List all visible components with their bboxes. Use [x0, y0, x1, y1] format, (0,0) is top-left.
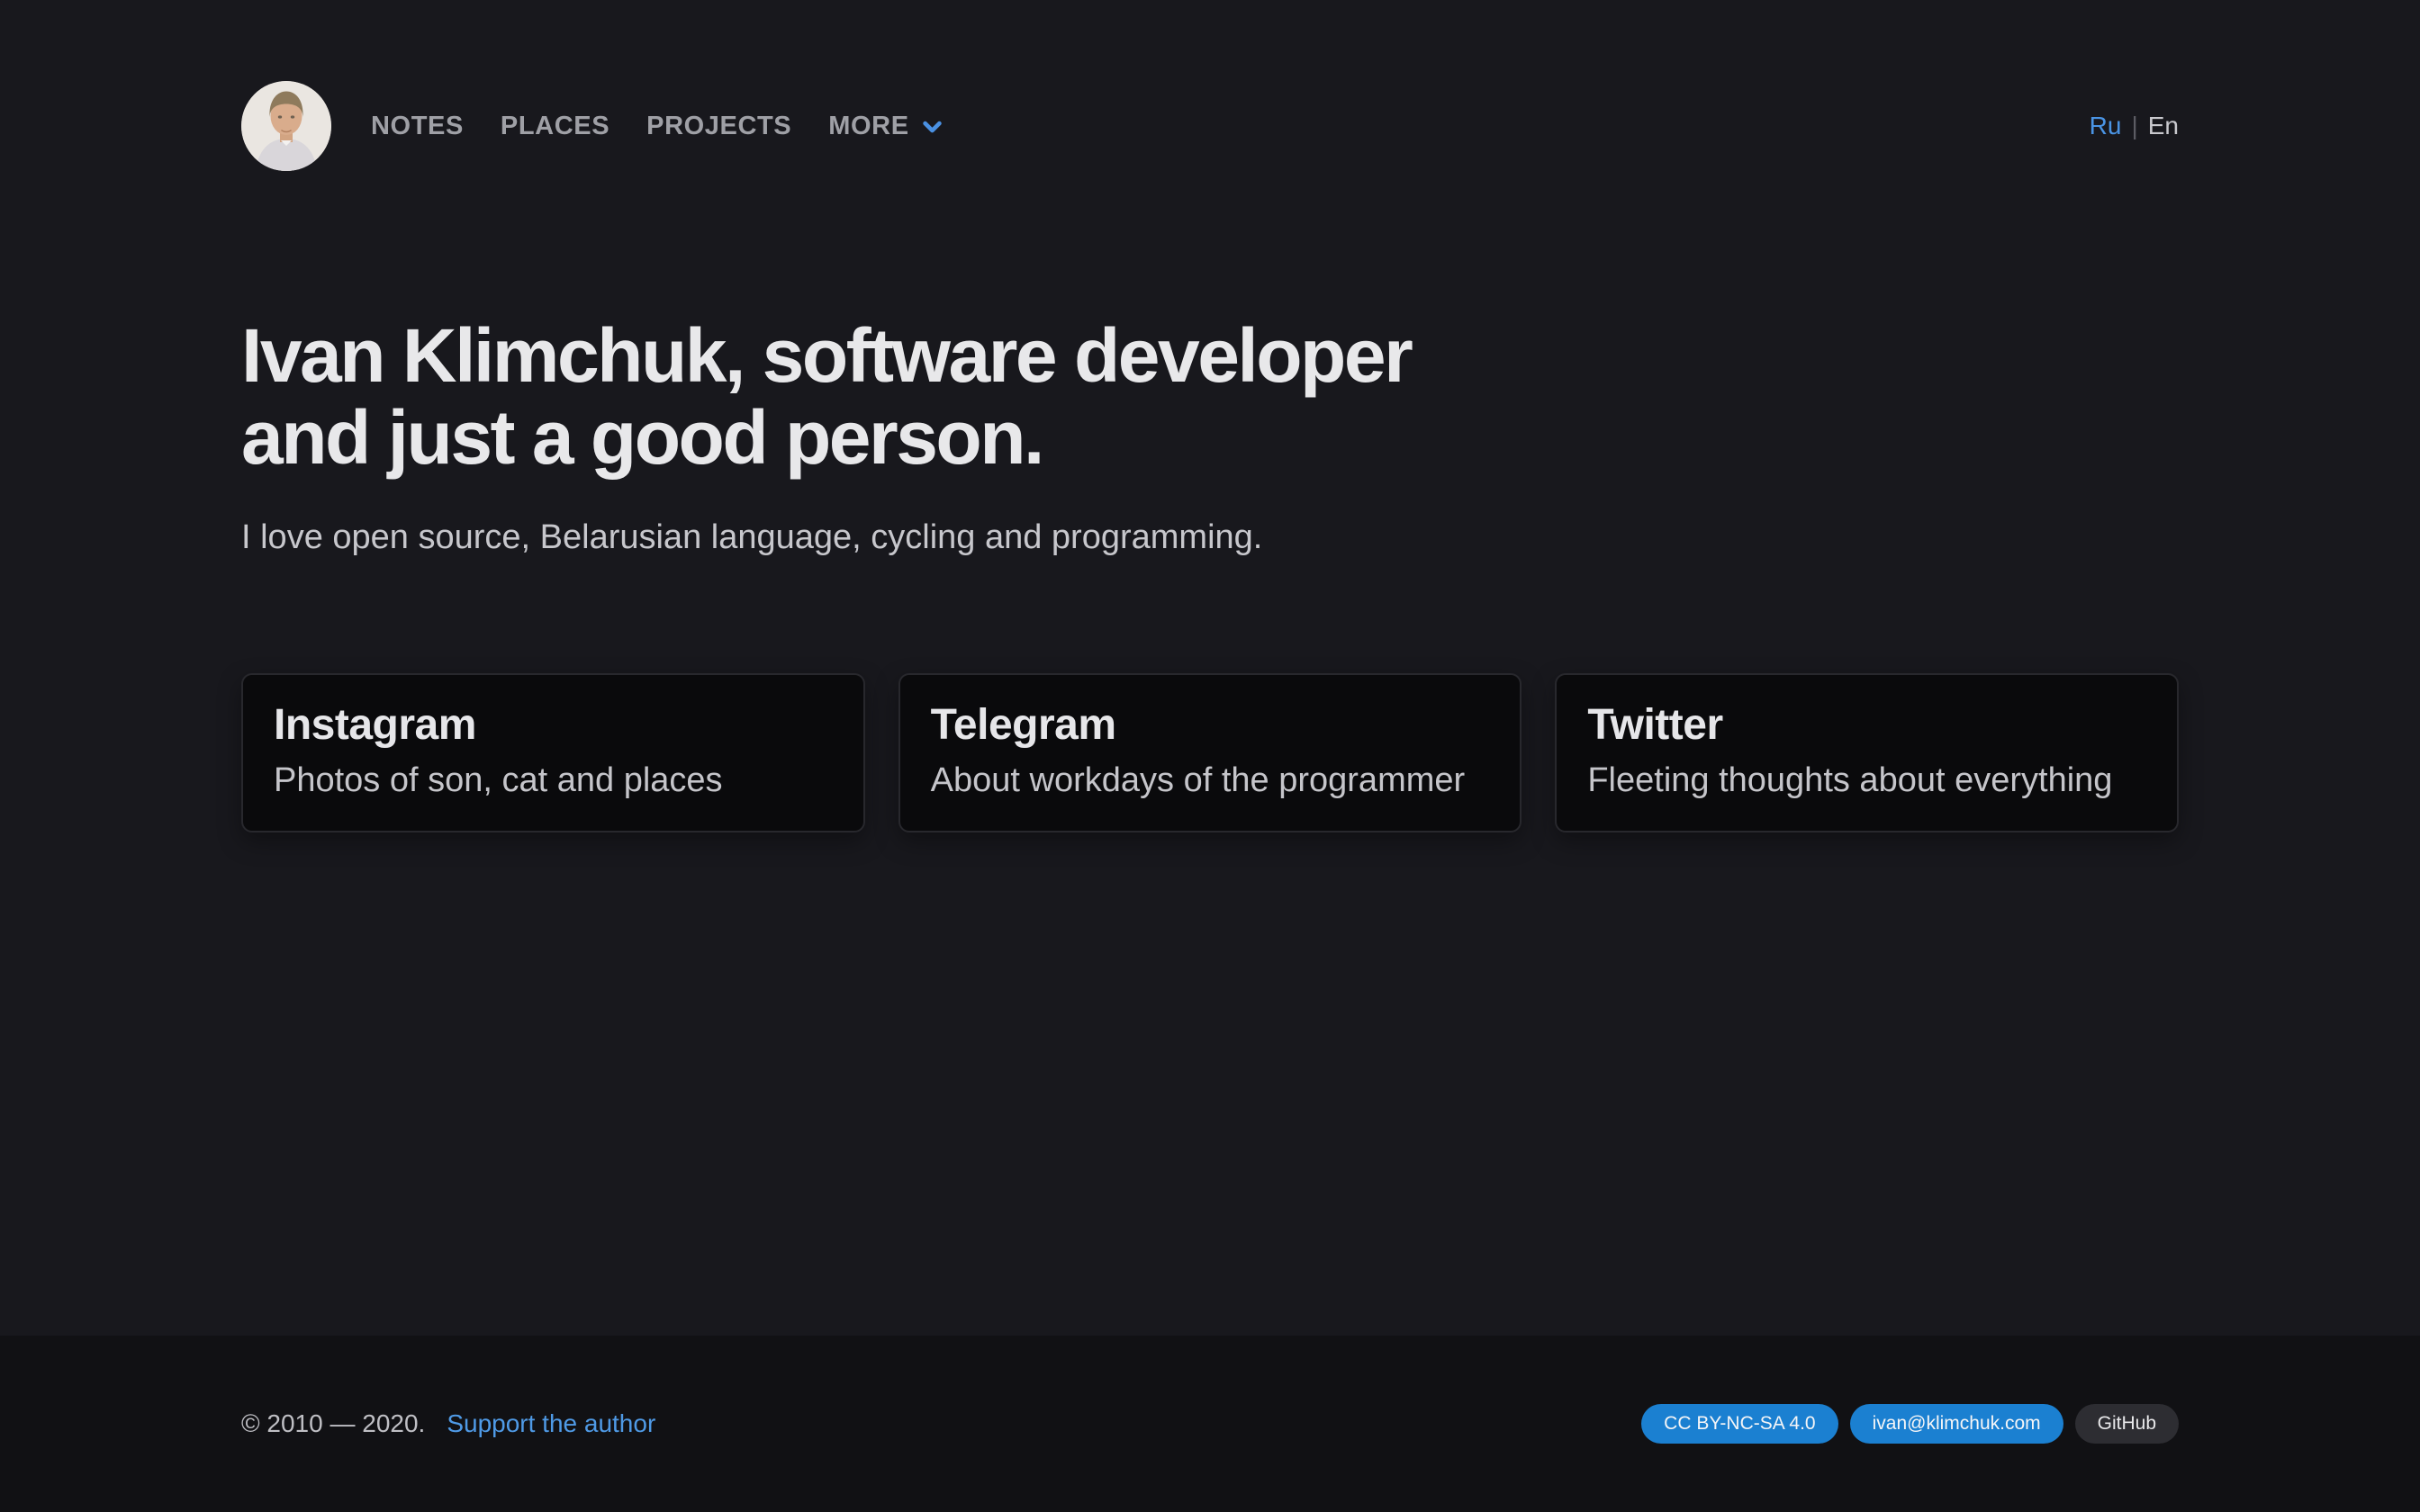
github-badge[interactable]: GitHub	[2075, 1404, 2179, 1444]
footer: © 2010 — 2020. Support the author CC BY-…	[0, 1336, 2420, 1512]
twitter-card-description: Fleeting thoughts about everything	[1587, 758, 2146, 803]
instagram-card-description: Photos of son, cat and places	[274, 758, 833, 803]
avatar-image	[241, 81, 331, 171]
social-cards-row: Instagram Photos of son, cat and places …	[241, 673, 2179, 832]
lang-separator: |	[2131, 112, 2137, 140]
license-badge[interactable]: CC BY-NC-SA 4.0	[1641, 1404, 1838, 1444]
copyright-text: © 2010 — 2020.	[241, 1409, 425, 1438]
email-badge[interactable]: ivan@klimchuk.com	[1850, 1404, 2063, 1444]
page-subtitle: I love open source, Belarusian language,…	[241, 515, 2179, 560]
nav-item-places[interactable]: PLACES	[501, 112, 610, 141]
footer-inner: © 2010 — 2020. Support the author CC BY-…	[241, 1404, 2179, 1444]
page-title-line-2: and just a good person.	[241, 397, 2179, 479]
chevron-down-icon	[920, 114, 944, 139]
twitter-card[interactable]: Twitter Fleeting thoughts about everythi…	[1555, 673, 2179, 832]
page-title: Ivan Klimchuk, software developer and ju…	[241, 315, 2179, 479]
lang-ru-link[interactable]: Ru	[2090, 112, 2122, 140]
page-title-line-1: Ivan Klimchuk, software developer	[241, 315, 2179, 397]
telegram-card-title: Telegram	[931, 698, 1490, 752]
header-nav: NOTES PLACES PROJECTS MORE Ru | En	[241, 81, 2179, 171]
instagram-card-title: Instagram	[274, 698, 833, 752]
twitter-card-title: Twitter	[1587, 698, 2146, 752]
nav-item-notes[interactable]: NOTES	[371, 112, 464, 141]
nav-item-projects[interactable]: PROJECTS	[646, 112, 791, 141]
support-author-link[interactable]: Support the author	[447, 1409, 655, 1438]
main-content: Ivan Klimchuk, software developer and ju…	[241, 171, 2179, 832]
lang-en-current: En	[2148, 112, 2179, 140]
language-switcher: Ru | En	[2090, 112, 2179, 140]
content-spacer	[0, 832, 2420, 1336]
nav-item-more-label: MORE	[828, 112, 908, 141]
telegram-card[interactable]: Telegram About workdays of the programme…	[898, 673, 1522, 832]
instagram-card[interactable]: Instagram Photos of son, cat and places	[241, 673, 865, 832]
main-nav: NOTES PLACES PROJECTS MORE	[371, 112, 944, 141]
telegram-card-description: About workdays of the programmer	[931, 758, 1490, 803]
footer-badges: CC BY-NC-SA 4.0 ivan@klimchuk.com GitHub	[1641, 1404, 2179, 1444]
nav-item-more[interactable]: MORE	[828, 112, 944, 141]
avatar[interactable]	[241, 81, 331, 171]
